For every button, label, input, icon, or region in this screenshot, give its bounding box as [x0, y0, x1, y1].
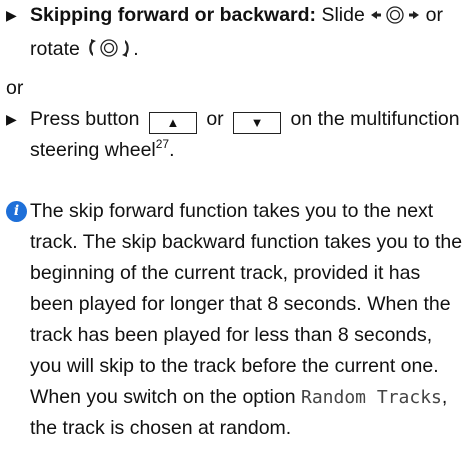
slide-left-right-controller-icon — [370, 3, 420, 34]
step-text-part: Press button — [30, 108, 145, 130]
info-icon: i — [6, 201, 27, 222]
step-text: Skipping forward or backward: Slide or r… — [30, 0, 466, 68]
step-text: Press button ▲ or ▼ on the multifunction… — [30, 104, 466, 166]
step-text-part: Slide — [316, 4, 371, 26]
manual-page: ▶ Skipping forward or backward: Slide or… — [0, 0, 471, 451]
step-bullet: ▶ — [6, 7, 17, 23]
step-text-part: . — [133, 38, 139, 60]
info-note: i The skip forward function takes you to… — [6, 196, 466, 444]
info-text-part: The skip forward function takes you to t… — [30, 200, 463, 408]
info-text: The skip forward function takes you to t… — [30, 196, 466, 444]
button-down-symbol: ▼ — [233, 112, 282, 134]
step-skip-forward-backward: ▶ Skipping forward or backward: Slide or… — [6, 0, 466, 68]
footnote-marker: 27 — [155, 137, 170, 151]
step-label: Skipping forward or backward: — [30, 4, 317, 26]
step-text-part: or — [200, 108, 230, 130]
button-up-symbol: ▲ — [148, 112, 197, 134]
option-name: Random Tracks — [301, 387, 442, 408]
rotate-controller-icon — [85, 37, 133, 68]
step-text-part: . — [169, 139, 175, 161]
or-separator: or — [6, 77, 24, 99]
step-bullet: ▶ — [6, 111, 17, 127]
step-press-button: ▶ Press button ▲ or ▼ on the multifuncti… — [6, 104, 466, 166]
